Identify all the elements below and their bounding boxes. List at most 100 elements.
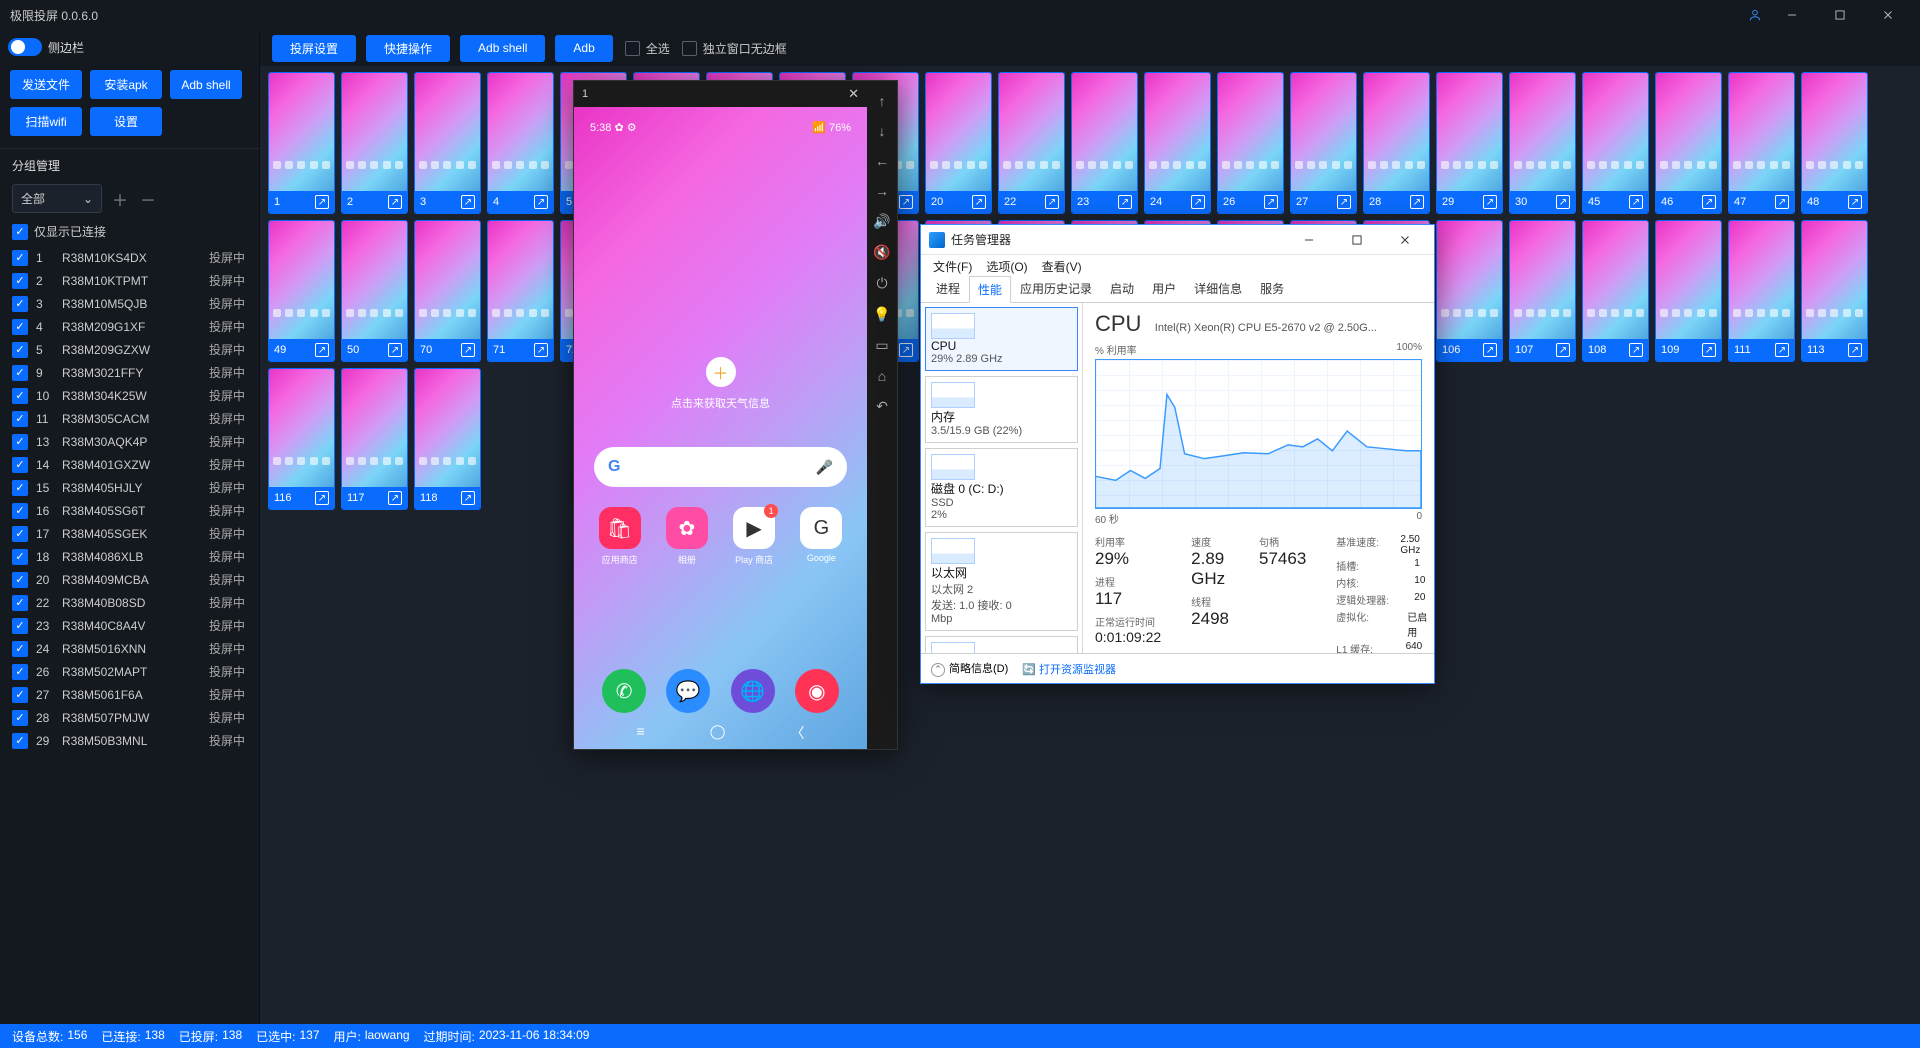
expand-icon[interactable]: ↗: [1629, 195, 1643, 209]
sidebar-button[interactable]: 扫描wifi: [10, 107, 82, 136]
device-checkbox[interactable]: ✓: [12, 664, 28, 680]
device-row[interactable]: ✓5R38M209GZXW投屏中: [12, 338, 255, 361]
device-thumb[interactable]: 27↗: [1290, 72, 1357, 214]
expand-icon[interactable]: ↗: [1410, 195, 1424, 209]
expand-icon[interactable]: ↗: [1629, 343, 1643, 357]
add-group-icon[interactable]: ＋: [110, 187, 130, 211]
tm-tab[interactable]: 应用历史记录: [1011, 275, 1101, 302]
device-thumb[interactable]: 117↗: [341, 368, 408, 510]
mirror-close-icon[interactable]: ✕: [848, 86, 859, 102]
mirror-app[interactable]: ✿相册: [666, 507, 708, 566]
device-checkbox[interactable]: ✓: [12, 388, 28, 404]
expand-icon[interactable]: ↗: [1848, 343, 1862, 357]
device-row[interactable]: ✓23R38M40C8A4V投屏中: [12, 614, 255, 637]
device-checkbox[interactable]: ✓: [12, 687, 28, 703]
device-thumb[interactable]: 48↗: [1801, 72, 1868, 214]
remove-group-icon[interactable]: －: [138, 187, 158, 211]
expand-icon[interactable]: ↗: [1118, 195, 1132, 209]
device-thumb[interactable]: 108↗: [1582, 220, 1649, 362]
device-row[interactable]: ✓2R38M10KTPMT投屏中: [12, 269, 255, 292]
device-thumb[interactable]: 45↗: [1582, 72, 1649, 214]
device-row[interactable]: ✓29R38M50B3MNL投屏中: [12, 729, 255, 752]
device-checkbox[interactable]: ✓: [12, 618, 28, 634]
expand-icon[interactable]: ↗: [315, 195, 329, 209]
close-icon[interactable]: [1866, 0, 1910, 30]
expand-icon[interactable]: ↗: [1556, 195, 1570, 209]
device-thumb[interactable]: 29↗: [1436, 72, 1503, 214]
recent-apps-icon[interactable]: ▭: [875, 337, 888, 354]
tm-menu-item[interactable]: 选项(O): [980, 256, 1033, 277]
toolbar-button[interactable]: 快捷操作: [366, 35, 450, 62]
device-checkbox[interactable]: ✓: [12, 733, 28, 749]
device-row[interactable]: ✓16R38M405SG6T投屏中: [12, 499, 255, 522]
device-checkbox[interactable]: ✓: [12, 250, 28, 266]
tm-perf-card[interactable]: 以太网以太网 2发送: 1.0 接收: 0 Mbp: [925, 532, 1078, 631]
volume-icon[interactable]: 🔊: [873, 213, 890, 230]
device-checkbox[interactable]: ✓: [12, 572, 28, 588]
maximize-icon[interactable]: [1818, 0, 1862, 30]
device-row[interactable]: ✓22R38M40B08SD投屏中: [12, 591, 255, 614]
toolbar-button[interactable]: 投屏设置: [272, 35, 356, 62]
device-thumb[interactable]: 20↗: [925, 72, 992, 214]
device-checkbox[interactable]: ✓: [12, 503, 28, 519]
device-thumb[interactable]: 107↗: [1509, 220, 1576, 362]
sidebar-button[interactable]: 设置: [90, 107, 162, 136]
expand-icon[interactable]: ↗: [1775, 195, 1789, 209]
nav-recent-icon[interactable]: ≡: [637, 723, 645, 743]
arrow-right-icon[interactable]: →: [875, 183, 889, 199]
tm-perf-card[interactable]: 磁盘 0 (C: D:)SSD2%: [925, 448, 1078, 527]
device-thumb[interactable]: 26↗: [1217, 72, 1284, 214]
toolbar-button[interactable]: Adb: [555, 35, 612, 62]
tm-perf-card[interactable]: CPU29% 2.89 GHz: [925, 307, 1078, 371]
device-checkbox[interactable]: ✓: [12, 457, 28, 473]
tm-menu[interactable]: 文件(F)选项(O)查看(V): [921, 255, 1434, 277]
tm-resource-monitor-link[interactable]: 🔄 打开资源监视器: [1022, 661, 1116, 677]
device-checkbox[interactable]: ✓: [12, 641, 28, 657]
tm-menu-item[interactable]: 查看(V): [1036, 256, 1088, 277]
device-thumb[interactable]: 30↗: [1509, 72, 1576, 214]
expand-icon[interactable]: ↗: [972, 195, 986, 209]
sidebar-toggle[interactable]: [8, 38, 42, 56]
tm-less-info-link[interactable]: ⌃简略信息(D): [931, 660, 1008, 677]
expand-icon[interactable]: ↗: [1045, 195, 1059, 209]
device-row[interactable]: ✓14R38M401GXZW投屏中: [12, 453, 255, 476]
arrow-up-icon[interactable]: ↑: [879, 93, 886, 109]
messages-app-icon[interactable]: 💬: [666, 669, 710, 713]
tm-perf-card[interactable]: GPU 0NVIDIA GeForce...14% (58 °C): [925, 636, 1078, 653]
tm-close-icon[interactable]: [1384, 226, 1426, 254]
device-thumb[interactable]: 70↗: [414, 220, 481, 362]
mirror-window[interactable]: 1 ✕ 5:38 ✿ ⚙ 📶 76% ＋ 点击来获取天气信息 G 🎤 🛍应用商店…: [573, 80, 898, 750]
device-thumb[interactable]: 22↗: [998, 72, 1065, 214]
device-thumb[interactable]: 106↗: [1436, 220, 1503, 362]
expand-icon[interactable]: ↗: [388, 491, 402, 505]
expand-icon[interactable]: ↗: [315, 343, 329, 357]
weather-widget[interactable]: ＋ 点击来获取天气信息: [574, 357, 867, 411]
device-checkbox[interactable]: ✓: [12, 296, 28, 312]
toolbar-button[interactable]: Adb shell: [460, 35, 545, 62]
tm-tab[interactable]: 进程: [927, 275, 969, 302]
expand-icon[interactable]: ↗: [1264, 195, 1278, 209]
device-row[interactable]: ✓27R38M5061F6A投屏中: [12, 683, 255, 706]
tm-tab[interactable]: 用户: [1143, 275, 1185, 302]
device-thumb[interactable]: 2↗: [341, 72, 408, 214]
power-icon[interactable]: ⏻: [876, 275, 887, 292]
device-checkbox[interactable]: ✓: [12, 595, 28, 611]
borderless-checkbox[interactable]: 独立窗口无边框: [682, 40, 787, 57]
mute-icon[interactable]: 🔇: [873, 244, 890, 261]
tm-tab[interactable]: 服务: [1251, 275, 1293, 302]
expand-icon[interactable]: ↗: [461, 491, 475, 505]
expand-icon[interactable]: ↗: [534, 343, 548, 357]
expand-icon[interactable]: ↗: [899, 195, 913, 209]
sidebar-button[interactable]: Adb shell: [170, 70, 242, 99]
device-row[interactable]: ✓10R38M304K25W投屏中: [12, 384, 255, 407]
expand-icon[interactable]: ↗: [388, 343, 402, 357]
device-row[interactable]: ✓26R38M502MAPT投屏中: [12, 660, 255, 683]
device-row[interactable]: ✓3R38M10M5QJB投屏中: [12, 292, 255, 315]
device-thumb[interactable]: 109↗: [1655, 220, 1722, 362]
expand-icon[interactable]: ↗: [1191, 195, 1205, 209]
expand-icon[interactable]: ↗: [1483, 343, 1497, 357]
device-checkbox[interactable]: ✓: [12, 411, 28, 427]
camera-app-icon[interactable]: ◉: [795, 669, 839, 713]
device-thumb[interactable]: 116↗: [268, 368, 335, 510]
expand-icon[interactable]: ↗: [899, 343, 913, 357]
